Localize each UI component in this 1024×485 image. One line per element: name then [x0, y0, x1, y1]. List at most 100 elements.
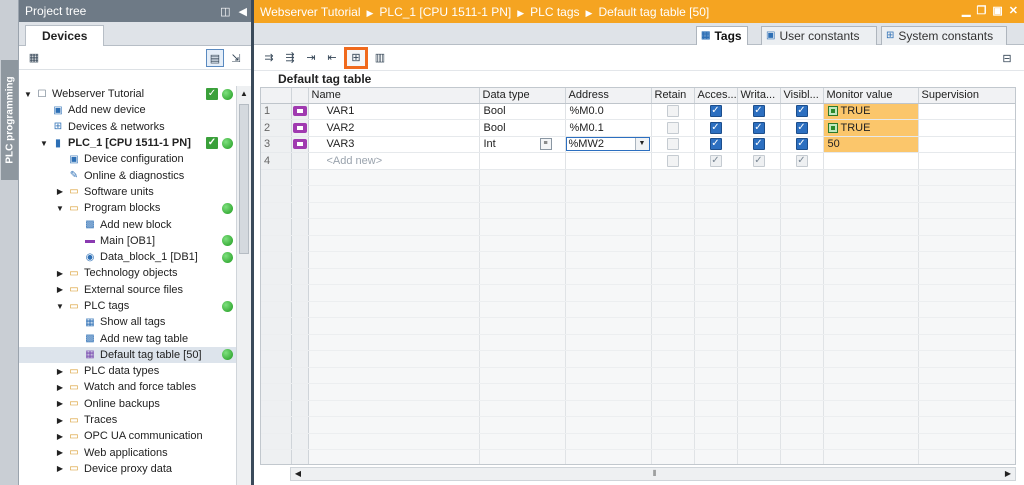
writable-checkbox[interactable]: ✓	[752, 121, 765, 134]
add-row-icon[interactable]: ⇶	[281, 49, 299, 67]
address-cell[interactable]: ≡ %MW2 ▼	[539, 136, 652, 153]
tree-item[interactable]: ▼ ▮ PLC_1 [CPU 1511-1 PN] ✓	[19, 135, 237, 151]
add-new-cell[interactable]: <Add new>	[308, 152, 480, 170]
column-header[interactable]: Name	[308, 88, 480, 104]
scroll-up-icon[interactable]: ▲	[237, 86, 251, 102]
table-row[interactable]: 3 VAR3 Int ≡ %MW2 ▼ ✓ ✓ ✓ 50	[261, 136, 1015, 153]
column-header[interactable]	[261, 88, 292, 104]
scroll-thumb[interactable]	[239, 104, 249, 254]
data-type-cell[interactable]	[479, 152, 566, 170]
tree-item[interactable]: ▶ ▭ OPC UA communication	[19, 428, 237, 444]
tree-item[interactable]: ▩ Add new tag table	[19, 330, 237, 346]
tab-user-constants[interactable]: ▣ User constants	[761, 26, 877, 45]
scroll-left-icon[interactable]: ◀	[291, 468, 305, 480]
retain-checkbox[interactable]	[666, 105, 679, 118]
address-cell[interactable]	[565, 152, 652, 170]
breadcrumb-item[interactable]: PLC_1 [CPU 1511-1 PN]	[379, 5, 511, 19]
address-input[interactable]: %MW2 ▼	[565, 137, 650, 152]
tree-item[interactable]: ▦ Show all tags	[19, 314, 237, 330]
expand-right-icon[interactable]: ▶	[55, 448, 65, 457]
horizontal-scrollbar[interactable]: ◀ ⦀ ▶	[290, 467, 1016, 481]
dropdown-arrow-icon[interactable]: ▼	[634, 138, 649, 151]
column-header[interactable]: Visibl...	[780, 88, 824, 104]
expand-right-icon[interactable]: ▶	[55, 367, 65, 376]
row-number[interactable]: 1	[261, 103, 292, 120]
column-header[interactable]	[291, 88, 309, 104]
tree-item[interactable]: ▩ Add new block	[19, 216, 237, 232]
add-new-row[interactable]: 4 <Add new> ✓ ✓ ✓	[261, 152, 1015, 170]
column-header[interactable]: Retain	[651, 88, 695, 104]
retain-checkbox[interactable]	[666, 121, 679, 134]
tab-system-constants[interactable]: ⊞ System constants	[881, 26, 1007, 45]
minimize-icon[interactable]: ▁	[962, 4, 970, 17]
pin-icon[interactable]: ◫	[220, 5, 230, 18]
expand-right-icon[interactable]: ▶	[55, 269, 65, 278]
row-number[interactable]: 3	[261, 136, 292, 153]
retain-checkbox[interactable]	[666, 138, 679, 151]
tree-item[interactable]: ▶ ▭ Traces	[19, 412, 237, 428]
row-number[interactable]: 2	[261, 119, 292, 137]
supervision-cell[interactable]	[918, 136, 1015, 153]
expand-down-icon[interactable]: ▼	[55, 302, 65, 311]
tree-item[interactable]: ⊞ Devices & networks	[19, 119, 237, 135]
column-header[interactable]: Data type	[479, 88, 566, 104]
tree-item[interactable]: ▶ ▭ Watch and force tables	[19, 379, 237, 395]
collapse-left-icon[interactable]: ◀	[239, 5, 247, 18]
import-tags-icon[interactable]: ⇤	[323, 49, 341, 67]
tree-item[interactable]: ▶ ▭ Online backups	[19, 396, 237, 412]
accessible-checkbox[interactable]: ✓	[709, 154, 722, 167]
tree-item[interactable]: ▶ ▭ Technology objects	[19, 265, 237, 281]
writable-checkbox[interactable]: ✓	[752, 138, 765, 151]
expand-down-icon[interactable]: ▼	[39, 139, 49, 148]
accessible-checkbox[interactable]: ✓	[709, 138, 722, 151]
tree-item[interactable]: ▶ ▭ PLC data types	[19, 363, 237, 379]
breadcrumb-item[interactable]: Webserver Tutorial	[260, 5, 360, 19]
accessible-checkbox[interactable]: ✓	[709, 105, 722, 118]
export-tags-icon[interactable]: ⇥	[302, 49, 320, 67]
split-view-icon[interactable]: ⊟	[998, 49, 1016, 67]
maximize-icon[interactable]: ▣	[992, 4, 1002, 17]
tab-devices[interactable]: Devices	[25, 25, 105, 46]
writable-checkbox[interactable]: ✓	[752, 105, 765, 118]
expand-right-icon[interactable]: ▶	[55, 285, 65, 294]
accessible-checkbox[interactable]: ✓	[709, 121, 722, 134]
supervision-cell[interactable]	[918, 152, 1015, 170]
expand-down-icon[interactable]: ▼	[55, 204, 65, 213]
writable-checkbox[interactable]: ✓	[752, 154, 765, 167]
data-type-cell[interactable]: Int	[479, 136, 566, 153]
tab-tags[interactable]: ▦ Tags	[696, 26, 748, 45]
table-row[interactable]: 1 VAR1 Bool %M0.0 ✓ ✓ ✓ TRUE	[261, 103, 1015, 120]
restore-icon[interactable]: ❐	[977, 4, 987, 17]
expand-right-icon[interactable]: ▶	[55, 416, 65, 425]
expand-down-icon[interactable]: ▼	[23, 90, 33, 99]
column-header[interactable]: Writa...	[737, 88, 781, 104]
visible-checkbox[interactable]: ✓	[795, 121, 808, 134]
monitor-all-icon[interactable]: ⊞	[344, 46, 368, 69]
close-icon[interactable]: ✕	[1009, 4, 1018, 17]
keep-values-icon[interactable]: ▥	[371, 49, 389, 67]
address-cell[interactable]: %M0.0	[565, 103, 652, 120]
address-picker-icon[interactable]: ≡	[539, 138, 552, 151]
tree-item[interactable]: ▣ Device configuration	[19, 151, 237, 167]
visible-checkbox[interactable]: ✓	[795, 138, 808, 151]
tree-item[interactable]: ▬ Main [OB1]	[19, 233, 237, 249]
tag-name-cell[interactable]: VAR1	[308, 103, 480, 120]
breadcrumb-item[interactable]: Default tag table [50]	[598, 5, 709, 19]
tag-name-cell[interactable]: VAR3	[308, 136, 480, 153]
plc-programming-tab[interactable]: PLC programming	[1, 60, 18, 180]
tree-scrollbar[interactable]: ▲	[236, 86, 251, 485]
expand-right-icon[interactable]: ▶	[55, 383, 65, 392]
tree-item[interactable]: ▶ ▭ Software units	[19, 184, 237, 200]
retain-checkbox[interactable]	[666, 154, 679, 167]
tree-item[interactable]: ▶ ▭ Web applications	[19, 445, 237, 461]
expand-right-icon[interactable]: ▶	[55, 432, 65, 441]
tree-item[interactable]: ▼ ▭ Program blocks	[19, 200, 237, 216]
visible-checkbox[interactable]: ✓	[795, 154, 808, 167]
address-cell[interactable]: %M0.1	[565, 119, 652, 137]
breadcrumb-item[interactable]: PLC tags	[530, 5, 579, 19]
tree-item[interactable]: ▶ ▭ External source files	[19, 282, 237, 298]
supervision-cell[interactable]	[918, 103, 1015, 120]
tree-item[interactable]: ▶ ▭ Device proxy data	[19, 461, 237, 477]
tree-item[interactable]: ◉ Data_block_1 [DB1]	[19, 249, 237, 265]
table-row[interactable]: 2 VAR2 Bool %M0.1 ✓ ✓ ✓ TRUE	[261, 119, 1015, 137]
